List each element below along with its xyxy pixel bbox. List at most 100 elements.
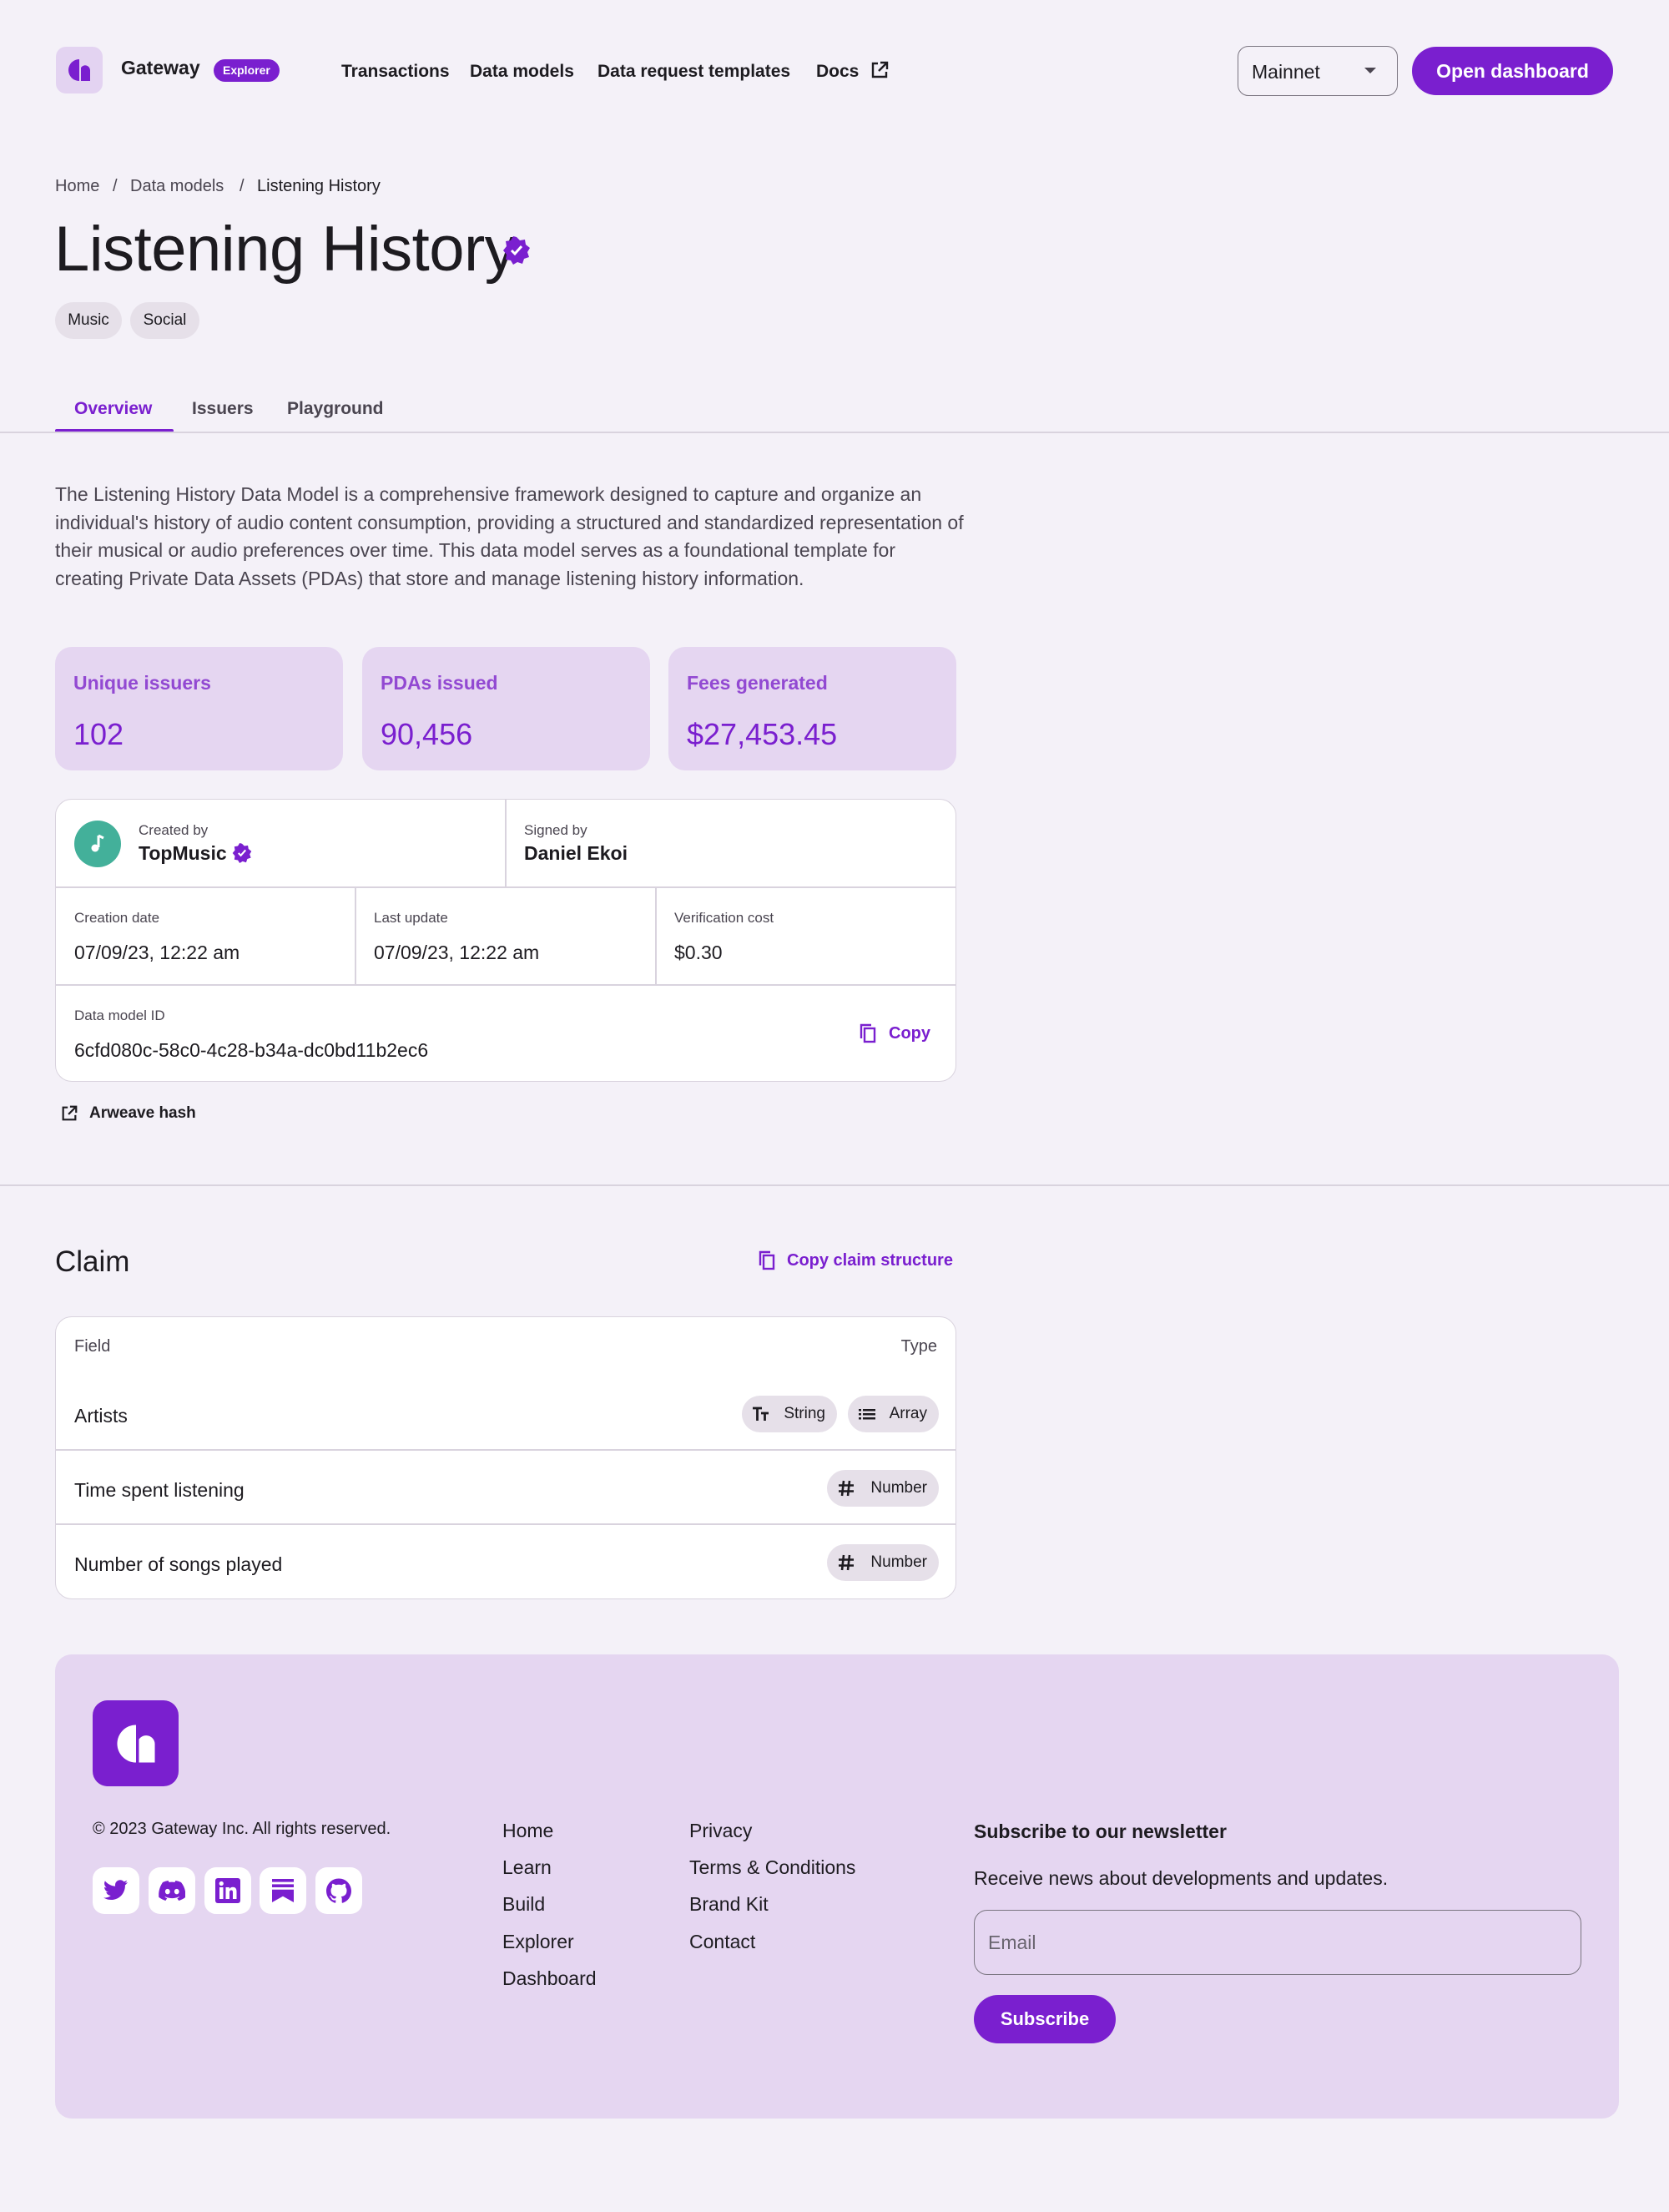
claim-table: Field Type Artists String Array Time spe… — [55, 1316, 956, 1599]
stat-value: 102 — [73, 717, 124, 751]
claim-field-name: Time spent listening — [74, 1479, 245, 1501]
type-chip-number: Number — [827, 1544, 939, 1581]
github-icon — [326, 1878, 351, 1903]
newsletter-description: Receive news about developments and upda… — [974, 1867, 1389, 1889]
footer-link-brand-kit[interactable]: Brand Kit — [689, 1893, 769, 1916]
social-substack[interactable] — [260, 1867, 306, 1914]
section-divider — [0, 1184, 1669, 1186]
tag-chip: Music — [55, 302, 122, 339]
gateway-logo[interactable] — [56, 47, 103, 93]
stat-label: Unique issuers — [73, 672, 211, 694]
claim-field-name: Artists — [74, 1405, 128, 1427]
footer: © 2023 Gateway Inc. All rights reserved.… — [55, 1654, 1619, 2119]
hash-icon — [839, 1554, 854, 1571]
footer-link-learn[interactable]: Learn — [502, 1856, 552, 1879]
creator-name[interactable]: TopMusic — [139, 842, 227, 865]
top-navigation-bar: Gateway Explorer Transactions Data model… — [0, 0, 1669, 142]
type-chip-label: String — [784, 1405, 825, 1422]
creation-date-label: Creation date — [74, 910, 160, 926]
claim-title: Claim — [55, 1245, 130, 1278]
music-note-icon — [91, 834, 104, 852]
gateway-logo-icon — [116, 1724, 155, 1763]
stat-label: PDAs issued — [381, 672, 498, 694]
verification-cost-label: Verification cost — [674, 910, 774, 926]
tabs-divider — [0, 432, 1669, 433]
copy-id-button[interactable]: Copy — [889, 1024, 930, 1043]
type-chip-number: Number — [827, 1470, 939, 1507]
type-chip-label: Array — [889, 1405, 927, 1422]
type-chip-label: Number — [870, 1553, 927, 1571]
creator-avatar — [74, 821, 121, 867]
breadcrumb-current: Listening History — [257, 177, 381, 195]
social-twitter[interactable] — [93, 1867, 139, 1914]
tab-issuers[interactable]: Issuers — [192, 399, 254, 419]
brand-name[interactable]: Gateway — [121, 57, 200, 79]
hash-icon — [839, 1480, 854, 1497]
social-linkedin[interactable] — [204, 1867, 251, 1914]
verified-badge-icon — [232, 843, 252, 863]
twitter-icon — [103, 1880, 128, 1900]
footer-link-build[interactable]: Build — [502, 1893, 545, 1916]
tab-overview[interactable]: Overview — [74, 399, 152, 419]
verified-badge-icon — [503, 236, 530, 265]
breadcrumb-data-models[interactable]: Data models — [130, 177, 224, 196]
subscribe-button[interactable]: Subscribe — [974, 1995, 1116, 2043]
type-chip-string: String — [742, 1396, 837, 1432]
verification-cost-value: $0.30 — [674, 942, 723, 963]
tab-playground[interactable]: Playground — [287, 399, 384, 419]
breadcrumb-separator: / — [113, 177, 118, 195]
copy-icon[interactable] — [758, 1250, 776, 1270]
footer-link-explorer[interactable]: Explorer — [502, 1931, 574, 1953]
footer-link-dashboard[interactable]: Dashboard — [502, 1967, 597, 1990]
list-icon — [859, 1409, 875, 1420]
cell-divider — [505, 800, 507, 886]
footer-link-contact[interactable]: Contact — [689, 1931, 755, 1953]
network-select[interactable]: Mainnet — [1238, 46, 1398, 96]
footer-gateway-logo[interactable] — [93, 1700, 179, 1786]
creation-date-value: 07/09/23, 12:22 am — [74, 942, 240, 963]
data-model-description: The Listening History Data Model is a co… — [55, 483, 964, 589]
explorer-badge: Explorer — [214, 59, 280, 82]
arweave-hash-link[interactable]: Arweave hash — [89, 1104, 196, 1123]
row-divider — [56, 886, 956, 888]
open-dashboard-button[interactable]: Open dashboard — [1412, 47, 1613, 95]
substack-icon — [272, 1879, 294, 1902]
breadcrumb-separator: / — [240, 177, 245, 195]
claim-field-name: Number of songs played — [74, 1553, 283, 1575]
created-by-label: Created by — [139, 822, 209, 838]
external-link-icon[interactable] — [870, 60, 890, 80]
network-select-value: Mainnet — [1252, 61, 1320, 83]
newsletter-email-input[interactable] — [974, 1910, 1581, 1975]
stat-value: $27,453.45 — [687, 717, 838, 751]
text-type-icon — [753, 1406, 769, 1421]
tag-chip: Social — [130, 302, 199, 339]
footer-link-privacy[interactable]: Privacy — [689, 1820, 752, 1842]
nav-docs[interactable]: Docs — [816, 62, 859, 82]
stat-card-fees-generated: Fees generated $27,453.45 — [668, 647, 956, 770]
chevron-down-icon — [1364, 68, 1376, 73]
signer-name: Daniel Ekoi — [524, 842, 628, 864]
footer-link-home[interactable]: Home — [502, 1820, 553, 1842]
data-model-info-card: Created by TopMusic Signed by Daniel Eko… — [55, 799, 956, 1082]
stat-label: Fees generated — [687, 672, 828, 694]
last-update-value: 07/09/23, 12:22 am — [374, 942, 540, 963]
page-title: Listening History — [54, 214, 517, 285]
stat-value: 90,456 — [381, 717, 473, 751]
row-divider — [56, 984, 956, 986]
cell-divider — [655, 886, 657, 984]
nav-transactions[interactable]: Transactions — [341, 62, 450, 82]
copy-claim-structure-button[interactable]: Copy claim structure — [787, 1251, 953, 1270]
external-link-icon[interactable] — [60, 1104, 78, 1123]
breadcrumb-home[interactable]: Home — [55, 177, 99, 196]
row-divider — [56, 1523, 956, 1525]
social-github[interactable] — [315, 1867, 362, 1914]
last-update-label: Last update — [374, 910, 448, 926]
social-discord[interactable] — [149, 1867, 195, 1914]
copy-icon[interactable] — [859, 1023, 877, 1043]
column-header-type: Type — [900, 1337, 937, 1356]
footer-link-terms[interactable]: Terms & Conditions — [689, 1856, 855, 1879]
nav-data-request-templates[interactable]: Data request templates — [598, 62, 790, 82]
signed-by-label: Signed by — [524, 822, 587, 838]
nav-data-models[interactable]: Data models — [470, 62, 574, 82]
column-header-field: Field — [74, 1337, 111, 1356]
